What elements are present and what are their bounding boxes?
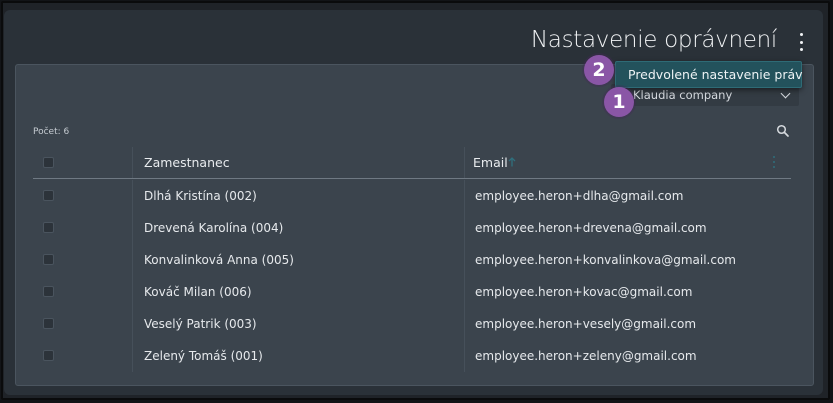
table-row[interactable]: Dlhá Kristína (002) employee.heron+dlha@… bbox=[33, 180, 791, 212]
employee-name: Veselý Patrik (003) bbox=[144, 317, 257, 331]
record-count: Počet: 6 bbox=[33, 127, 70, 137]
employee-name: Drevená Karolína (004) bbox=[144, 221, 284, 235]
column-separator bbox=[464, 244, 465, 276]
employee-email: employee.heron+vesely@gmail.com bbox=[475, 317, 697, 331]
arrow-up-icon[interactable] bbox=[508, 157, 516, 167]
employee-name: Konvalinková Anna (005) bbox=[144, 253, 294, 267]
company-select-value: Klaudia company bbox=[633, 88, 733, 102]
step-badge-2: 2 bbox=[584, 55, 614, 85]
column-separator bbox=[132, 244, 133, 276]
column-separator bbox=[464, 340, 465, 372]
column-header-employee[interactable]: Zamestnanec bbox=[144, 155, 230, 170]
employee-email: employee.heron+konvalinkova@gmail.com bbox=[475, 253, 736, 267]
select-all-checkbox[interactable] bbox=[43, 157, 54, 168]
column-menu-icon[interactable] bbox=[773, 156, 776, 168]
column-separator bbox=[464, 308, 465, 340]
more-vertical-icon[interactable] bbox=[796, 33, 806, 51]
employee-name: Zelený Tomáš (001) bbox=[144, 349, 263, 363]
employee-email: employee.heron+zeleny@gmail.com bbox=[475, 349, 697, 363]
page-title: Nastavenie oprávnení bbox=[530, 27, 777, 53]
employee-email: employee.heron+dlha@gmail.com bbox=[475, 189, 684, 203]
column-separator bbox=[132, 180, 133, 212]
employee-name: Dlhá Kristína (002) bbox=[144, 189, 257, 203]
column-separator bbox=[132, 212, 133, 244]
table-row[interactable]: Kováč Milan (006) employee.heron+kovac@g… bbox=[33, 276, 791, 308]
menu-item-default-permissions[interactable]: Predvolené nastavenie práv bbox=[628, 67, 803, 82]
row-checkbox[interactable] bbox=[43, 318, 54, 329]
employee-email: employee.heron+drevena@gmail.com bbox=[475, 221, 707, 235]
row-checkbox[interactable] bbox=[43, 222, 54, 233]
options-menu: Predvolené nastavenie práv bbox=[615, 61, 803, 88]
row-checkbox[interactable] bbox=[43, 190, 54, 201]
step-badge-1: 1 bbox=[604, 87, 634, 117]
column-separator bbox=[132, 276, 133, 308]
column-separator bbox=[464, 212, 465, 244]
grid-header: Zamestnanec Email bbox=[33, 147, 791, 179]
column-separator bbox=[464, 276, 465, 308]
table-row[interactable]: Konvalinková Anna (005) employee.heron+k… bbox=[33, 244, 791, 276]
table-row[interactable]: Zelený Tomáš (001) employee.heron+zeleny… bbox=[33, 340, 791, 372]
column-separator bbox=[132, 340, 133, 372]
row-checkbox[interactable] bbox=[43, 286, 54, 297]
column-separator bbox=[464, 180, 465, 212]
column-header-email[interactable]: Email bbox=[473, 155, 508, 170]
search-icon[interactable] bbox=[776, 124, 790, 138]
table-row[interactable]: Veselý Patrik (003) employee.heron+vesel… bbox=[33, 308, 791, 340]
column-separator bbox=[464, 147, 465, 178]
row-checkbox[interactable] bbox=[43, 254, 54, 265]
row-checkbox[interactable] bbox=[43, 350, 54, 361]
column-separator bbox=[132, 308, 133, 340]
chevron-down-icon bbox=[780, 88, 791, 99]
table-row[interactable]: Drevená Karolína (004) employee.heron+dr… bbox=[33, 212, 791, 244]
employee-name: Kováč Milan (006) bbox=[144, 285, 252, 299]
column-separator bbox=[132, 147, 133, 178]
employee-email: employee.heron+kovac@gmail.com bbox=[475, 285, 693, 299]
